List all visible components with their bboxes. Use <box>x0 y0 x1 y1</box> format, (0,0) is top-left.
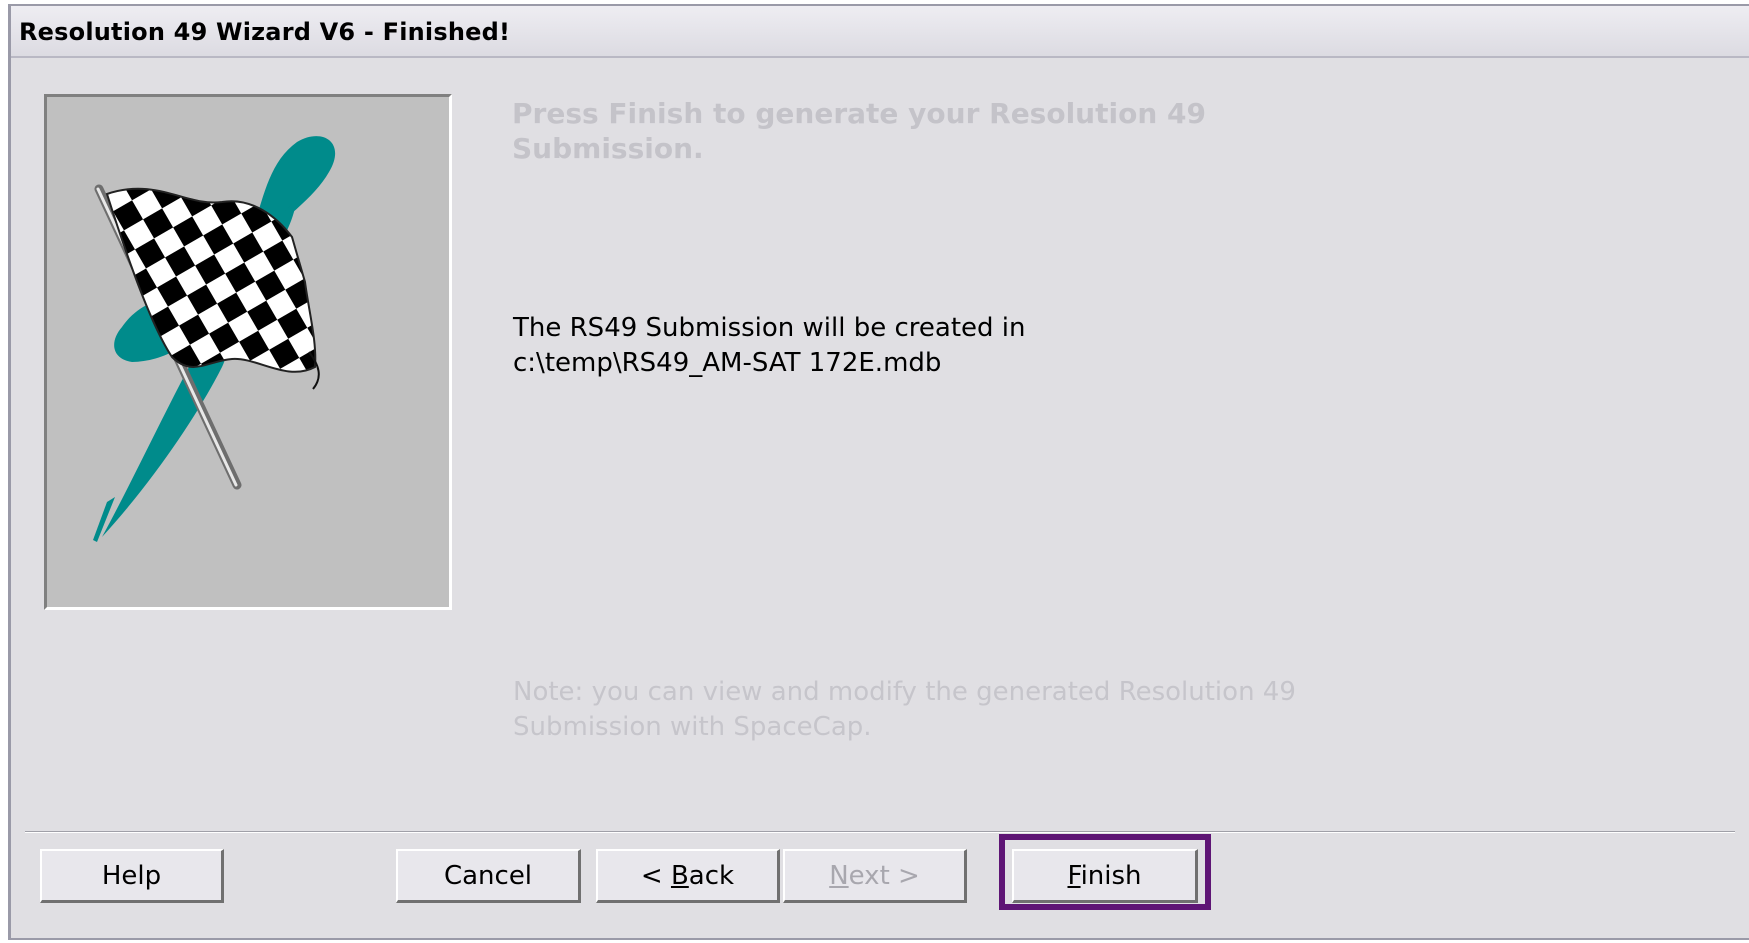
output-file-path: c:\temp\RS49_AM-SAT 172E.mdb <box>513 348 942 378</box>
back-button[interactable]: < Back <box>596 849 780 903</box>
cancel-button[interactable]: Cancel <box>396 849 581 903</box>
next-button-label: Next > <box>829 860 920 891</box>
next-button[interactable]: Next > <box>783 849 967 903</box>
output-path-info: The RS49 Submission will be created in c… <box>513 311 1026 381</box>
help-button[interactable]: Help <box>40 849 224 903</box>
checkered-flag-icon <box>93 136 336 542</box>
info-line-1: The RS49 Submission will be created in <box>513 313 1026 343</box>
wizard-image-panel <box>44 94 452 610</box>
instruction-heading: Press Finish to generate your Resolution… <box>512 96 1206 166</box>
button-separator <box>25 831 1735 833</box>
heading-line-1: Press Finish to generate your Resolution… <box>512 97 1206 130</box>
note-text: Note: you can view and modify the genera… <box>513 675 1296 745</box>
note-line-1: Note: you can view and modify the genera… <box>513 677 1296 707</box>
heading-line-2: Submission. <box>512 132 704 165</box>
back-button-label: < Back <box>640 860 735 891</box>
title-bar: Resolution 49 Wizard V6 - Finished! <box>11 6 1749 58</box>
note-line-2: Submission with SpaceCap. <box>513 712 872 742</box>
cancel-button-label: Cancel <box>443 860 533 891</box>
window-title: Resolution 49 Wizard V6 - Finished! <box>19 18 511 46</box>
help-button-label: Help <box>101 860 162 891</box>
finish-button-highlight <box>999 834 1211 910</box>
